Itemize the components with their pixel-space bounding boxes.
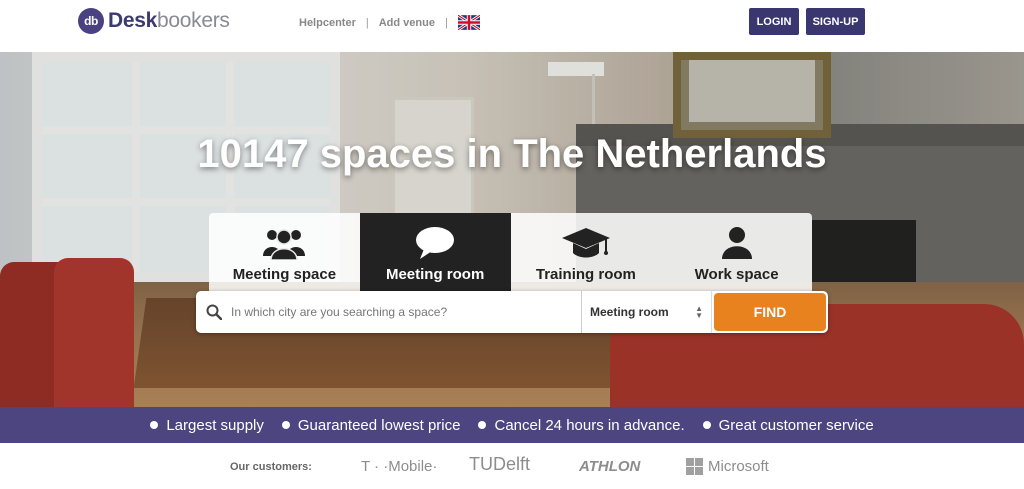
usp-text: Great customer service [718,416,874,434]
nav-separator: | [365,16,369,29]
bullet-icon [702,421,711,429]
tab-training-room[interactable]: Training room [511,213,662,291]
tab-work-space[interactable]: Work space [661,213,812,291]
helpcenter-link[interactable]: Helpcenter [299,17,356,29]
tab-meeting-space[interactable]: Meeting space [209,213,360,291]
speech-bubble-icon [416,227,455,259]
logo-bookers-text: bookers [157,9,230,32]
person-icon [721,227,752,259]
usp-text: Cancel 24 hours in advance. [494,416,685,434]
usp-item: Guaranteed lowest price [281,416,461,434]
tab-label: Training room [535,266,636,283]
bullet-icon [281,421,290,429]
athlon-logo: ATHLON [579,458,641,475]
logo-desk-text: Desk [108,9,158,32]
usp-text: Largest supply [166,416,264,434]
customers-strip: Our customers: T · ·Mobile· TUDelft ATHL… [0,443,1024,489]
space-type-tabs: Meeting space Meeting room Training room… [209,213,812,291]
usp-item: Cancel 24 hours in advance. [478,416,685,434]
bullet-icon [150,421,159,429]
logo-badge: db [78,8,104,34]
login-button[interactable]: LOGIN [749,8,799,35]
add-venue-link[interactable]: Add venue [379,17,435,29]
tab-label: Meeting room [385,266,485,283]
tmobile-logo: T · ·Mobile· [361,458,438,475]
space-type-select[interactable]: Meeting room ▲ ▼ [582,291,712,333]
microsoft-wordmark: Microsoft [708,458,769,475]
signup-button[interactable]: SIGN-UP [806,8,865,35]
usp-bar: Largest supply Guaranteed lowest price C… [0,407,1024,443]
uk-flag-icon[interactable] [457,15,480,30]
usp-item: Largest supply [150,417,264,434]
bullet-icon [478,421,487,429]
tudelft-logo: TUDelft [469,454,531,474]
tab-label: Meeting space [232,266,337,283]
hero-headline: 10147 spaces in The Netherlands [197,132,827,176]
search-bar: Meeting room ▲▼ FIND [196,291,828,333]
microsoft-logo: Microsoft [686,458,769,475]
hero-banner: 10147 spaces in The Netherlands Meeting … [0,52,1024,407]
deskbookers-logo[interactable]: db Deskbookers [78,8,230,34]
top-nav: Helpcenter | Add venue | [299,15,480,30]
city-search-input[interactable] [231,305,561,319]
group-icon [263,229,306,260]
header: db Deskbookers Helpcenter | Add venue | … [0,0,1024,52]
microsoft-grid-icon [686,458,703,475]
tab-label: Work space [694,266,779,283]
search-field[interactable] [196,291,582,333]
usp-item: Great customer service [702,416,874,434]
space-type-value: Meeting room [590,305,669,319]
select-arrows-icon: ▲ ▼ [695,304,703,320]
find-button[interactable]: FIND [714,293,826,331]
customers-label: Our customers: [230,461,312,473]
usp-text: Guaranteed lowest price [297,416,461,434]
graduation-cap-icon [561,228,610,258]
tab-meeting-room[interactable]: Meeting room [359,213,511,291]
nav-separator: | [444,16,448,29]
search-icon [206,304,222,320]
logo-wordmark: Deskbookers [108,9,230,33]
